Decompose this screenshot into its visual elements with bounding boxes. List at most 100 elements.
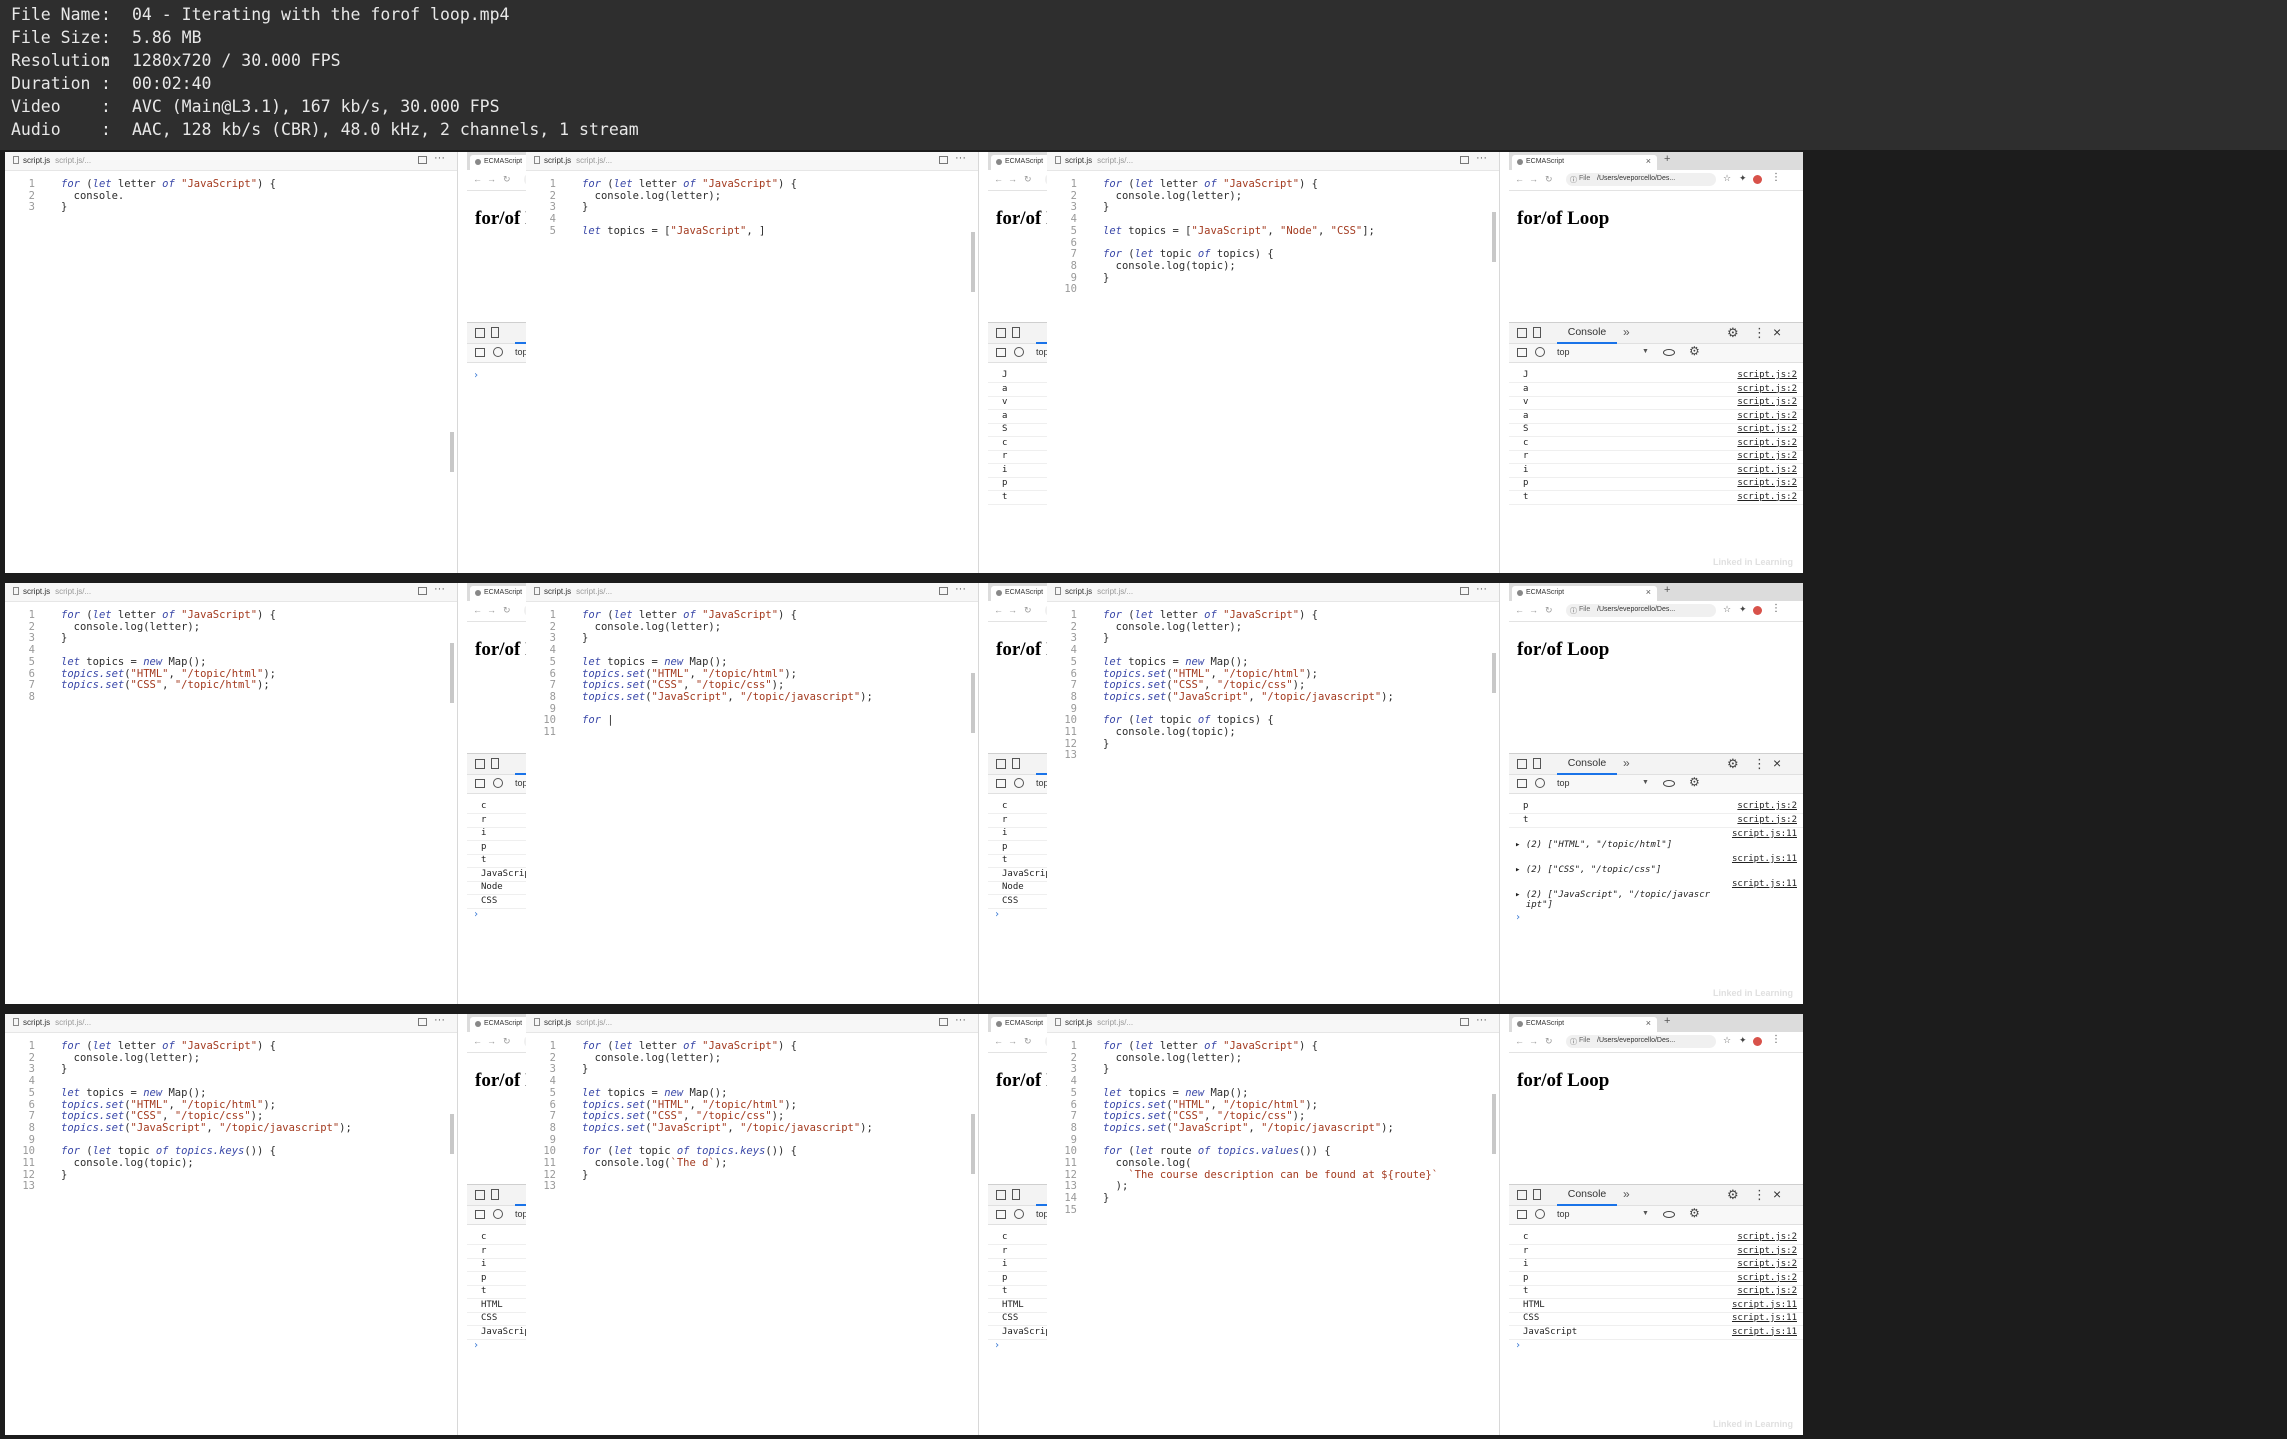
scrollbar-thumb[interactable] — [971, 232, 975, 292]
inspect-element-icon[interactable] — [996, 1190, 1006, 1200]
reload-icon[interactable]: ↻ — [1024, 174, 1032, 185]
browser-tab[interactable]: ECMAScript × — [1512, 155, 1657, 170]
reload-icon[interactable]: ↻ — [1545, 174, 1553, 185]
console-source-link[interactable]: script.js:2 — [1737, 477, 1797, 490]
device-toolbar-icon[interactable] — [1012, 758, 1020, 769]
console-source-link[interactable]: script.js:11 — [1732, 829, 1797, 839]
inspect-element-icon[interactable] — [475, 1190, 485, 1200]
console-source-link[interactable]: script.js:2 — [1737, 1231, 1797, 1244]
clear-console-icon[interactable] — [1014, 778, 1024, 788]
new-tab-icon[interactable]: + — [1664, 153, 1670, 165]
editor-scrollbar[interactable] — [971, 192, 975, 572]
console-settings-icon[interactable]: ⚙ — [1689, 1206, 1700, 1220]
more-actions-icon[interactable]: ··· — [434, 583, 445, 595]
console-prompt[interactable]: › — [1515, 912, 1521, 923]
console-source-link[interactable]: script.js:2 — [1737, 383, 1797, 396]
device-toolbar-icon[interactable] — [1533, 1189, 1541, 1200]
address-bar[interactable]: ⓘFile/Users/eveporcello/Des... — [1566, 173, 1716, 186]
reload-icon[interactable]: ↻ — [1024, 605, 1032, 616]
more-tabs-icon[interactable]: » — [1623, 325, 1630, 339]
settings-gear-icon[interactable]: ⚙ — [1727, 756, 1739, 772]
clear-console-icon[interactable] — [493, 347, 503, 357]
console-array-entry[interactable]: ▸ (2) ["JavaScript", "/topic/javascr ipt… — [1515, 890, 1710, 910]
editor-scrollbar[interactable] — [1492, 1054, 1496, 1434]
device-toolbar-icon[interactable] — [1533, 758, 1541, 769]
console-source-link[interactable]: script.js:2 — [1737, 437, 1797, 450]
live-expression-eye-icon[interactable] — [1663, 1211, 1675, 1218]
tab-console[interactable]: Console — [1557, 1185, 1617, 1206]
browser-tab[interactable]: ECMAScript × — [1512, 586, 1657, 601]
forward-arrow-icon[interactable]: → — [1008, 1036, 1017, 1046]
back-arrow-icon[interactable]: ← — [1515, 174, 1524, 184]
reload-icon[interactable]: ↻ — [1024, 1036, 1032, 1047]
console-source-link[interactable]: script.js:2 — [1737, 491, 1797, 504]
editor-scrollbar[interactable] — [450, 1054, 454, 1434]
back-arrow-icon[interactable]: ← — [1515, 605, 1524, 615]
console-sidebar-icon[interactable] — [1517, 348, 1527, 357]
forward-arrow-icon[interactable]: → — [487, 1036, 496, 1046]
more-actions-icon[interactable]: ··· — [434, 1014, 445, 1026]
device-toolbar-icon[interactable] — [491, 327, 499, 338]
console-sidebar-icon[interactable] — [475, 779, 485, 788]
split-editor-icon[interactable] — [1460, 587, 1469, 595]
console-prompt[interactable]: › — [473, 1340, 479, 1351]
console-source-link[interactable]: script.js:2 — [1737, 396, 1797, 409]
console-array-entry[interactable]: ▸ (2) ["CSS", "/topic/css"] — [1515, 865, 1661, 875]
back-arrow-icon[interactable]: ← — [1515, 1036, 1524, 1046]
console-source-link[interactable]: script.js:2 — [1737, 423, 1797, 436]
profile-avatar[interactable] — [1753, 1037, 1762, 1046]
info-icon[interactable]: ⓘ — [1570, 175, 1577, 185]
context-selector[interactable]: top — [1557, 778, 1570, 788]
scrollbar-thumb[interactable] — [450, 1114, 454, 1154]
clear-console-icon[interactable] — [1014, 347, 1024, 357]
editor-tab[interactable]: script.js script.js/... — [544, 1018, 612, 1027]
close-devtools-icon[interactable]: × — [1773, 755, 1781, 771]
forward-arrow-icon[interactable]: → — [1529, 1036, 1538, 1046]
context-selector[interactable]: top — [1557, 347, 1570, 357]
console-source-link[interactable]: script.js:11 — [1732, 854, 1797, 864]
console-sidebar-icon[interactable] — [475, 1210, 485, 1219]
dropdown-arrow-icon[interactable]: ▼ — [1642, 779, 1649, 786]
back-arrow-icon[interactable]: ← — [994, 174, 1003, 184]
profile-avatar[interactable] — [1753, 175, 1762, 184]
editor-scrollbar[interactable] — [450, 192, 454, 572]
editor-tab[interactable]: script.js script.js/... — [1065, 587, 1133, 596]
clear-console-icon[interactable] — [493, 1209, 503, 1219]
console-source-link[interactable]: script.js:2 — [1737, 1245, 1797, 1258]
address-bar[interactable]: ⓘFile/Users/eveporcello/Des... — [1566, 1035, 1716, 1048]
context-selector[interactable]: top — [1557, 1209, 1570, 1219]
scrollbar-thumb[interactable] — [1492, 653, 1496, 693]
console-output[interactable]: p script.js:2 t script.js:2 script.js:11 ▸ (2… — [1509, 794, 1803, 1004]
split-editor-icon[interactable] — [939, 587, 948, 595]
console-array-entry[interactable]: ▸ (2) ["HTML", "/topic/html"] — [1515, 840, 1672, 850]
console-source-link[interactable]: script.js:2 — [1737, 814, 1797, 827]
tab-console[interactable]: Console — [1557, 323, 1617, 344]
reload-icon[interactable]: ↻ — [1545, 605, 1553, 616]
dropdown-arrow-icon[interactable]: ▼ — [1642, 1210, 1649, 1217]
forward-arrow-icon[interactable]: → — [1008, 605, 1017, 615]
settings-gear-icon[interactable]: ⚙ — [1727, 1187, 1739, 1203]
back-arrow-icon[interactable]: ← — [473, 605, 482, 615]
extension-puzzle-icon[interactable]: ✦ — [1739, 173, 1747, 184]
split-editor-icon[interactable] — [418, 1018, 427, 1026]
bookmark-star-icon[interactable]: ☆ — [1723, 604, 1731, 615]
console-prompt[interactable]: › — [473, 370, 479, 381]
console-source-link[interactable]: script.js:2 — [1737, 464, 1797, 477]
device-toolbar-icon[interactable] — [1012, 327, 1020, 338]
more-actions-icon[interactable]: ··· — [955, 1014, 966, 1026]
split-editor-icon[interactable] — [1460, 1018, 1469, 1026]
bookmark-star-icon[interactable]: ☆ — [1723, 1035, 1731, 1046]
console-settings-icon[interactable]: ⚙ — [1689, 344, 1700, 358]
scrollbar-thumb[interactable] — [1492, 212, 1496, 262]
tab-console[interactable]: Console — [1557, 754, 1617, 775]
inspect-element-icon[interactable] — [1517, 759, 1527, 769]
reload-icon[interactable]: ↻ — [503, 1036, 511, 1047]
more-actions-icon[interactable]: ··· — [955, 583, 966, 595]
dropdown-arrow-icon[interactable]: ▼ — [1642, 348, 1649, 355]
new-tab-icon[interactable]: + — [1664, 1015, 1670, 1027]
split-editor-icon[interactable] — [1460, 156, 1469, 164]
editor-tab[interactable]: script.js script.js/... — [1065, 1018, 1133, 1027]
console-sidebar-icon[interactable] — [475, 348, 485, 357]
forward-arrow-icon[interactable]: → — [487, 605, 496, 615]
new-tab-icon[interactable]: + — [1664, 584, 1670, 596]
